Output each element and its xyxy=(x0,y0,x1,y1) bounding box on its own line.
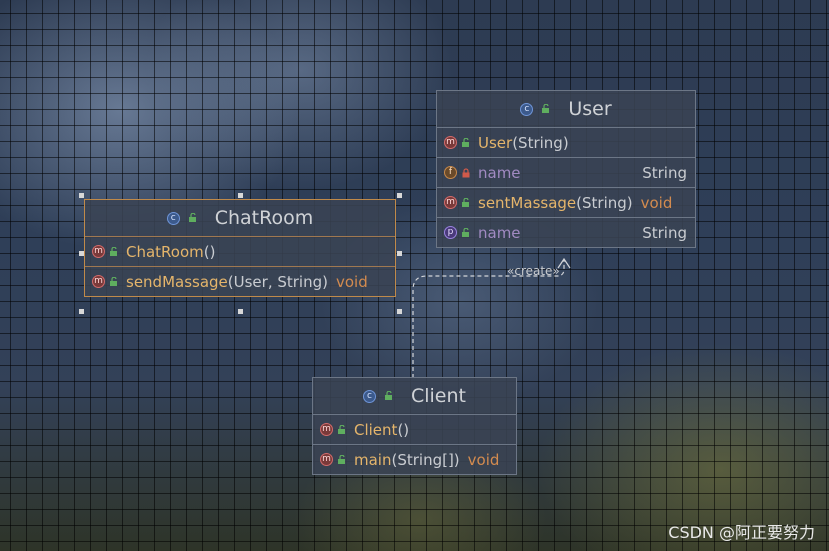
class-name-chatroom: ChatRoom xyxy=(214,207,314,229)
resize-handle-top[interactable] xyxy=(238,193,243,198)
member-params: (String[]) xyxy=(391,450,460,469)
method-icon: m xyxy=(444,196,457,209)
class-box-client[interactable]: c Client m Client() m main (String[]) voi… xyxy=(312,377,517,475)
class-header-client: c Client xyxy=(313,378,516,415)
member-params: (String) xyxy=(576,193,633,212)
member-name: ChatRoom xyxy=(126,242,204,261)
create-relation-label: «create» xyxy=(507,264,560,278)
class-icon: c xyxy=(362,389,376,403)
member-row-user-sentmassage[interactable]: m sentMassage (String) void xyxy=(437,188,695,218)
member-name: Client xyxy=(354,420,398,439)
member-return-type: void xyxy=(467,450,500,469)
class-icon: c xyxy=(520,102,534,116)
class-header-chatroom: c ChatRoom xyxy=(85,200,395,237)
member-return-type: void xyxy=(640,193,673,212)
resize-handle-bottom-left[interactable] xyxy=(79,309,84,314)
member-type: String xyxy=(642,163,687,182)
method-icon: m xyxy=(320,453,333,466)
member-return-type: void xyxy=(335,272,368,291)
member-row-client-constructor[interactable]: m Client() xyxy=(313,415,516,445)
member-name: name xyxy=(478,163,521,182)
public-access-icon xyxy=(542,104,550,113)
resize-handle-top-left[interactable] xyxy=(79,193,84,198)
class-box-chatroom[interactable]: c ChatRoom m ChatRoom() m sendMassage (Us… xyxy=(84,199,396,297)
member-name: User xyxy=(478,133,513,152)
class-icon: c xyxy=(166,211,180,225)
resize-handle-bottom[interactable] xyxy=(238,309,243,314)
public-access-icon xyxy=(338,454,345,464)
private-lock-icon xyxy=(462,167,470,177)
method-icon: m xyxy=(444,136,457,149)
resize-handle-bottom-right[interactable] xyxy=(397,309,402,314)
member-name: main xyxy=(354,450,392,469)
resize-handle-left[interactable] xyxy=(79,251,84,256)
property-icon: p xyxy=(444,226,457,239)
member-row-user-property-name[interactable]: p name String xyxy=(437,218,695,247)
member-type: String xyxy=(642,223,687,242)
member-row-chatroom-sendmassage[interactable]: m sendMassage (User, String) void xyxy=(85,267,395,296)
public-access-icon xyxy=(110,246,117,256)
member-row-client-main[interactable]: m main (String[]) void xyxy=(313,445,516,474)
member-row-chatroom-constructor[interactable]: m ChatRoom() xyxy=(85,237,395,267)
public-access-icon xyxy=(188,213,196,222)
resize-handle-right[interactable] xyxy=(397,251,402,256)
member-name: sendMassage xyxy=(126,272,228,291)
resize-handle-top-right[interactable] xyxy=(397,193,402,198)
watermark: CSDN @阿正要努力 xyxy=(668,523,815,542)
member-params: () xyxy=(203,242,216,261)
class-header-user: c User xyxy=(437,91,695,128)
member-params: (User, String) xyxy=(227,272,328,291)
member-name: sentMassage xyxy=(478,193,577,212)
class-name-client: Client xyxy=(410,385,466,407)
field-icon: f xyxy=(444,166,457,179)
public-access-icon xyxy=(338,424,345,434)
method-icon: m xyxy=(92,245,105,258)
member-params: (String) xyxy=(512,133,569,152)
method-icon: m xyxy=(92,275,105,288)
public-access-icon xyxy=(462,137,469,147)
member-params: () xyxy=(397,420,410,439)
member-row-user-constructor[interactable]: m User (String) xyxy=(437,128,695,158)
method-icon: m xyxy=(320,423,333,436)
class-name-user: User xyxy=(568,98,612,120)
member-name: name xyxy=(478,223,521,242)
public-access-icon xyxy=(462,197,469,207)
public-access-icon xyxy=(462,227,469,237)
public-access-icon xyxy=(384,391,392,400)
public-access-icon xyxy=(110,276,117,286)
class-box-user[interactable]: c User m User (String) f name String m se… xyxy=(436,90,696,248)
member-row-user-field-name[interactable]: f name String xyxy=(437,158,695,188)
